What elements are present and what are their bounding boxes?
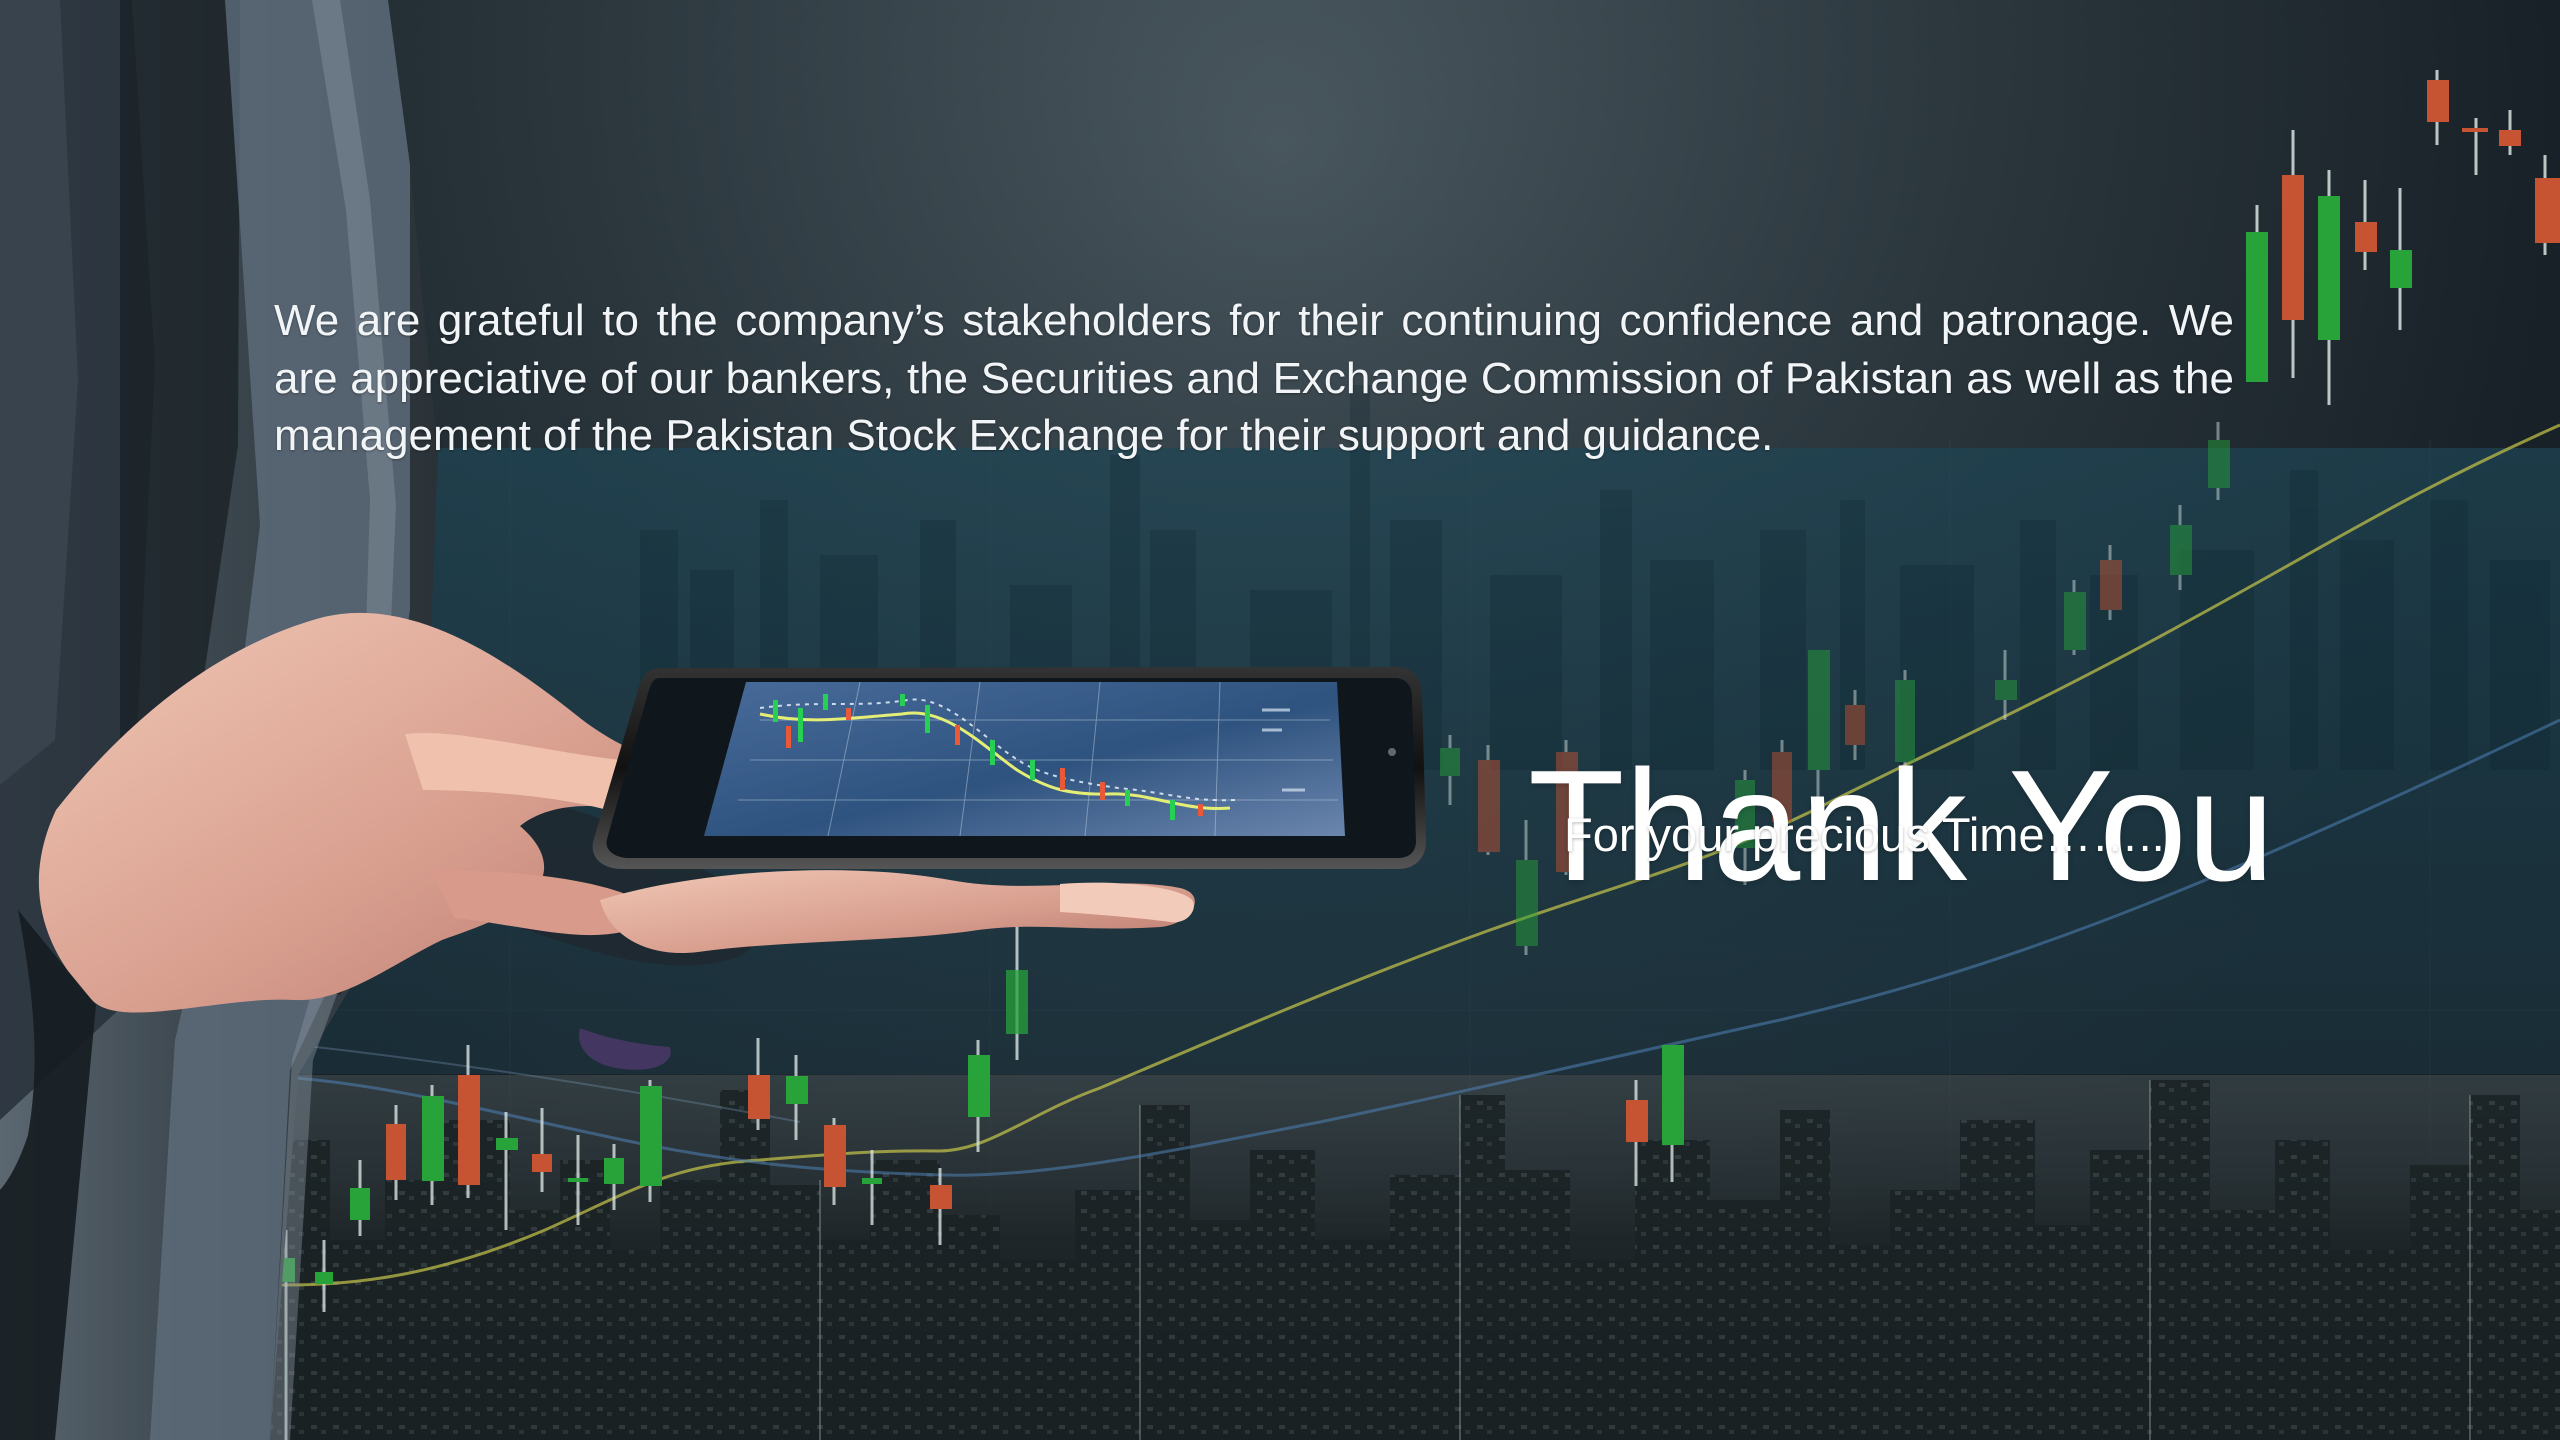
thank-you-slide: We are grateful to the company’s stakeho… xyxy=(0,0,2560,1440)
slide-content: We are grateful to the company’s stakeho… xyxy=(0,0,2560,1440)
appreciation-message: We are grateful to the company’s stakeho… xyxy=(274,296,2234,460)
thank-you-subtitle: For your precious Time…….. xyxy=(1564,808,2165,861)
